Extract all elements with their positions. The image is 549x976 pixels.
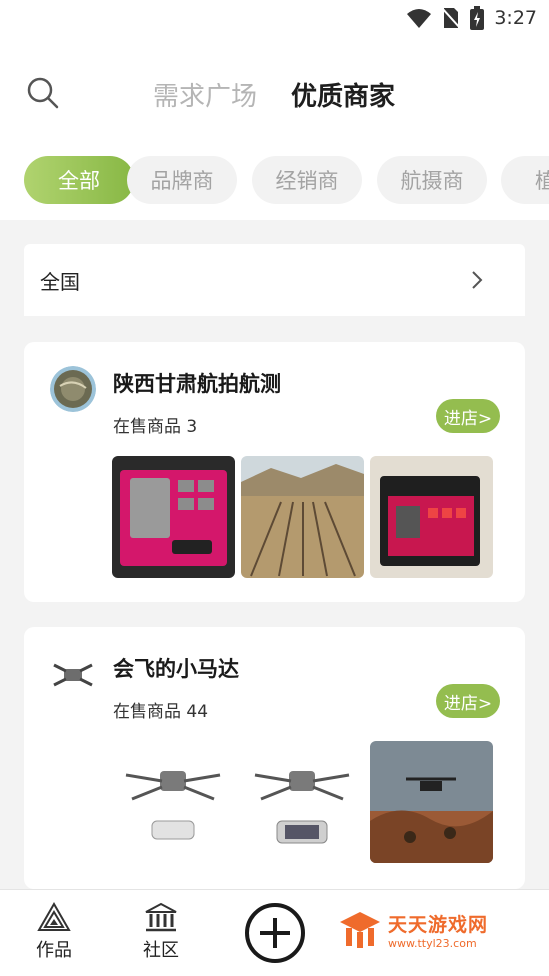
chevron-right-icon — [472, 271, 483, 289]
add-post-button[interactable] — [244, 902, 306, 964]
shop-name: 会飞的小马达 — [113, 657, 239, 681]
status-icons: 3:27 — [406, 6, 537, 30]
status-bar: 3:27 — [0, 0, 549, 40]
shop-product-count: 在售商品 44 — [113, 702, 209, 722]
shop-name: 陕西甘肃航拍航测 — [113, 372, 281, 396]
battery-charging-icon — [470, 6, 485, 30]
product-thumbnail[interactable] — [241, 456, 364, 578]
watermark-text: 天天游戏网 www.ttyl23.com — [388, 910, 488, 950]
watermark-title: 天天游戏网 — [388, 914, 489, 936]
tab-community-label: 社区 — [143, 940, 179, 961]
shop-card[interactable]: 陕西甘肃航拍航测 在售商品 3 进店> — [24, 342, 525, 602]
chip-dealer[interactable]: 经销商 — [252, 156, 362, 204]
tab-community[interactable]: 社区 — [143, 902, 179, 962]
product-thumbnail[interactable] — [112, 741, 235, 863]
search-icon[interactable] — [26, 76, 60, 110]
enter-shop-button[interactable]: 进店> — [436, 399, 500, 433]
region-label: 全国 — [40, 269, 80, 294]
bottom-tab-bar: 作品 社区 天天游戏网 www.ttyl23.com — [0, 889, 549, 976]
product-thumbnail[interactable] — [241, 741, 364, 863]
status-time: 3:27 — [494, 7, 537, 29]
tab-demand-square[interactable]: 需求广场 — [153, 76, 257, 113]
avatar — [50, 366, 96, 412]
tab-quality-merchants[interactable]: 优质商家 — [291, 76, 395, 113]
product-thumbnail[interactable] — [112, 456, 235, 578]
wifi-icon — [407, 9, 432, 28]
bank-icon — [145, 902, 177, 932]
filter-chip-row: 全部 品牌商 经销商 航摄商 植保 — [0, 145, 549, 220]
chip-all[interactable]: 全部 — [24, 156, 134, 204]
tab-works[interactable]: 作品 — [36, 902, 72, 962]
tab-works-label: 作品 — [36, 940, 72, 961]
chip-plant-protection[interactable]: 植保 — [501, 156, 549, 204]
avatar — [50, 651, 96, 697]
watermark-url: www.ttyl23.com — [388, 937, 477, 950]
region-selector[interactable]: 全国 — [24, 244, 525, 316]
works-icon — [37, 902, 71, 931]
shop-card[interactable]: 会飞的小马达 在售商品 44 进店> — [24, 627, 525, 889]
watermark: 天天游戏网 www.ttyl23.com — [338, 910, 488, 950]
shop-product-count: 在售商品 3 — [113, 417, 198, 437]
product-thumbnail[interactable] — [370, 741, 493, 863]
product-thumbnail[interactable] — [370, 456, 493, 578]
enter-shop-button[interactable]: 进店> — [436, 684, 500, 718]
no-sim-icon — [442, 7, 461, 29]
chip-brand[interactable]: 品牌商 — [127, 156, 237, 204]
chip-aerial[interactable]: 航摄商 — [377, 156, 487, 204]
top-nav: 需求广场 优质商家 — [0, 40, 549, 145]
watermark-logo-icon — [340, 912, 380, 948]
